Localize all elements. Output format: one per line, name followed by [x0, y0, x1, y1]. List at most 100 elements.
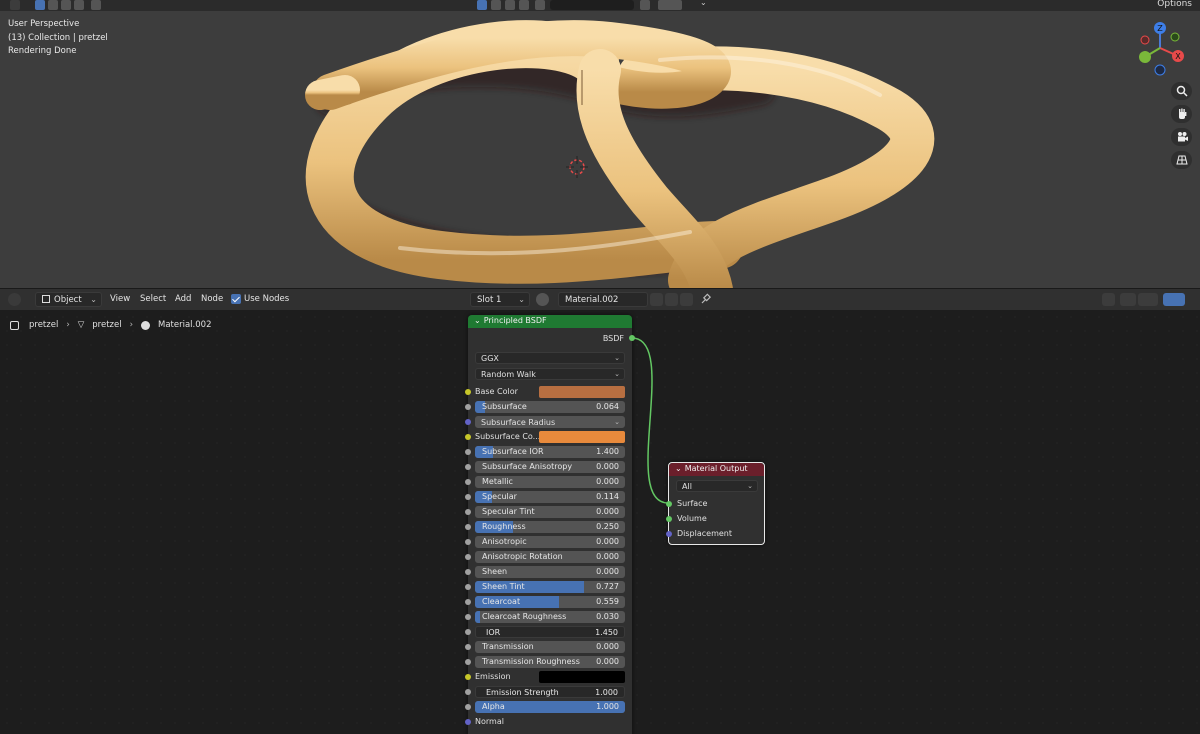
anisotropic-rotation-socket[interactable]: [465, 554, 471, 560]
transmission-slider[interactable]: Transmission 0.000: [475, 641, 625, 653]
breadcrumb-material[interactable]: Material.002: [158, 320, 211, 330]
bsdf-output-socket[interactable]: [629, 335, 635, 341]
roughness-slider[interactable]: Roughness 0.250: [475, 521, 625, 533]
alpha-socket[interactable]: [465, 704, 471, 710]
breadcrumb-object[interactable]: pretzel: [29, 320, 58, 330]
close-icon[interactable]: [680, 293, 693, 306]
slot-dropdown[interactable]: Slot 1 ⌄: [470, 292, 530, 307]
menu-node[interactable]: Node: [201, 294, 223, 304]
sheen-slider[interactable]: Sheen 0.000: [475, 566, 625, 578]
viewport-search-input[interactable]: [550, 0, 634, 10]
3d-viewport[interactable]: ⌄ Options User Perspective (13) Collecti…: [0, 0, 1200, 288]
editor-type-icon[interactable]: [10, 0, 20, 10]
pin-icon[interactable]: [699, 293, 712, 306]
anisotropic-rotation-slider[interactable]: Anisotropic Rotation 0.000: [475, 551, 625, 563]
chevron-down-icon[interactable]: ⌄: [700, 0, 707, 7]
select-box-icon[interactable]: [35, 0, 45, 10]
snap-icon[interactable]: [1120, 293, 1136, 306]
subsurface-color-socket[interactable]: [465, 434, 471, 440]
base-color-swatch[interactable]: [539, 386, 625, 398]
clearcoat-roughness-slider[interactable]: Clearcoat Roughness 0.030: [475, 611, 625, 623]
metallic-slider[interactable]: Metallic 0.000: [475, 476, 625, 488]
material-name-field[interactable]: Material.002: [558, 292, 648, 307]
zoom-icon[interactable]: [1171, 82, 1192, 100]
specular-slider[interactable]: Specular 0.114: [475, 491, 625, 503]
camera-icon[interactable]: [1171, 128, 1192, 146]
transmission-roughness-socket[interactable]: [465, 659, 471, 665]
use-nodes-checkbox[interactable]: [231, 294, 241, 304]
grid-icon[interactable]: [1171, 151, 1192, 169]
object-mode-dropdown[interactable]: Object ⌄: [35, 292, 102, 307]
anisotropic-socket[interactable]: [465, 539, 471, 545]
shading-solid-icon[interactable]: [477, 0, 487, 10]
subsurface-anisotropy-socket[interactable]: [465, 464, 471, 470]
displacement-input-socket[interactable]: [666, 531, 672, 537]
options-menu[interactable]: Options: [1157, 0, 1192, 9]
subsurface-socket[interactable]: [465, 404, 471, 410]
menu-view[interactable]: View: [110, 294, 130, 304]
roughness-socket[interactable]: [465, 524, 471, 530]
ior-socket[interactable]: [465, 629, 471, 635]
normal-socket[interactable]: [465, 719, 471, 725]
node-header[interactable]: ⌄ Principled BSDF: [468, 315, 632, 328]
transmission-roughness-slider[interactable]: Transmission Roughness 0.000: [475, 656, 625, 668]
overlay-icon[interactable]: [535, 0, 545, 10]
overlay-toggle-icon[interactable]: [1163, 293, 1185, 306]
emission-strength-field[interactable]: Emission Strength 1.000: [475, 686, 625, 698]
emission-color-swatch[interactable]: [539, 671, 625, 683]
menu-add[interactable]: Add: [175, 294, 191, 304]
editor-type-icon[interactable]: [8, 293, 21, 306]
select-subtract-icon[interactable]: [61, 0, 71, 10]
specular-tint-slider[interactable]: Specular Tint 0.000: [475, 506, 625, 518]
hand-pan-icon[interactable]: [1171, 105, 1192, 123]
chevron-down-icon[interactable]: ⌄: [474, 316, 481, 325]
clearcoat-slider[interactable]: Clearcoat 0.559: [475, 596, 625, 608]
menu-select[interactable]: Select: [140, 294, 166, 304]
list-view-icon[interactable]: [658, 0, 682, 10]
anisotropic-slider[interactable]: Anisotropic 0.000: [475, 536, 625, 548]
specular-tint-socket[interactable]: [465, 509, 471, 515]
subsurface-radius-dropdown[interactable]: Subsurface Radius ⌄: [475, 416, 625, 428]
ior-field[interactable]: IOR 1.450: [475, 626, 625, 638]
distribution-dropdown[interactable]: GGX ⌄: [475, 352, 625, 364]
principled-bsdf-node[interactable]: ⌄ Principled BSDF BSDF GGX ⌄ Random Walk ⌄ …: [465, 315, 635, 734]
select-intersect-icon[interactable]: [91, 0, 101, 10]
shading-rendered-icon[interactable]: [519, 0, 529, 10]
breadcrumb-mesh[interactable]: pretzel: [92, 320, 121, 330]
shading-material-icon[interactable]: [505, 0, 515, 10]
select-invert-icon[interactable]: [74, 0, 84, 10]
chevron-down-icon[interactable]: ⌄: [675, 464, 682, 473]
sheen-tint-socket[interactable]: [465, 584, 471, 590]
subsurface-ior-slider[interactable]: Subsurface IOR 1.400: [475, 446, 625, 458]
shading-wireframe-icon[interactable]: [491, 0, 501, 10]
sheen-tint-slider[interactable]: Sheen Tint 0.727: [475, 581, 625, 593]
surface-input-socket[interactable]: [666, 501, 672, 507]
sheen-socket[interactable]: [465, 569, 471, 575]
subsurface-anisotropy-slider[interactable]: Subsurface Anisotropy 0.000: [475, 461, 625, 473]
clearcoat-roughness-socket[interactable]: [465, 614, 471, 620]
subsurface-radius-socket[interactable]: [465, 419, 471, 425]
alpha-slider[interactable]: Alpha 1.000: [475, 701, 625, 713]
volume-input-socket[interactable]: [666, 516, 672, 522]
fake-user-shield-icon[interactable]: [650, 293, 663, 306]
select-extend-icon[interactable]: [48, 0, 58, 10]
duplicate-material-icon[interactable]: [665, 293, 678, 306]
material-output-node[interactable]: ⌄ Material Output All ⌄ Surface Volume Dis…: [666, 462, 765, 545]
subsurface-method-dropdown[interactable]: Random Walk ⌄: [475, 368, 625, 380]
parent-node-tree-icon[interactable]: [1102, 293, 1115, 306]
navigation-gizmo[interactable]: Z X: [1132, 20, 1188, 80]
node-header[interactable]: ⌄ Material Output: [669, 463, 764, 476]
transmission-socket[interactable]: [465, 644, 471, 650]
material-sphere-icon[interactable]: [536, 293, 549, 306]
base-color-socket[interactable]: [465, 389, 471, 395]
emission-strength-socket[interactable]: [465, 689, 471, 695]
metallic-socket[interactable]: [465, 479, 471, 485]
specular-socket[interactable]: [465, 494, 471, 500]
subsurface-slider[interactable]: Subsurface 0.064: [475, 401, 625, 413]
emission-socket[interactable]: [465, 674, 471, 680]
output-target-dropdown[interactable]: All ⌄: [676, 480, 758, 492]
pretzel-model[interactable]: [0, 0, 1200, 288]
filter-icon[interactable]: [640, 0, 650, 10]
subsurface-color-swatch[interactable]: [539, 431, 625, 443]
snap-target-icon[interactable]: [1138, 293, 1158, 306]
